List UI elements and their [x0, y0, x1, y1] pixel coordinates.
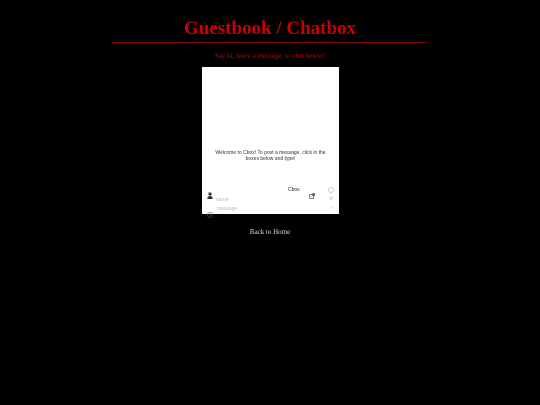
name-input[interactable]: [216, 196, 316, 203]
name-options-icon[interactable]: ⚙: [329, 196, 333, 203]
smiley-icon[interactable]: [207, 205, 213, 218]
circle-icon[interactable]: [328, 187, 334, 193]
page-title: Guestbook / Chatbox: [183, 18, 357, 39]
message-input[interactable]: [217, 205, 317, 212]
external-link-icon[interactable]: [309, 186, 315, 199]
user-icon[interactable]: [207, 186, 213, 199]
cbox-link[interactable]: Cbox: [288, 187, 300, 193]
chatbox-widget: Welcome to Cbox! To post a message, clic…: [202, 67, 339, 218]
back-to-home-link[interactable]: Back to Home: [0, 228, 540, 237]
send-icon[interactable]: ›: [331, 205, 333, 212]
intro-text: Say hi, leave a message, or chat below!: [214, 52, 326, 60]
title-divider: [112, 42, 427, 43]
chatbox-toolbar: Cbox: [202, 184, 339, 199]
welcome-message: Welcome to Cbox! To post a message, clic…: [215, 150, 326, 162]
